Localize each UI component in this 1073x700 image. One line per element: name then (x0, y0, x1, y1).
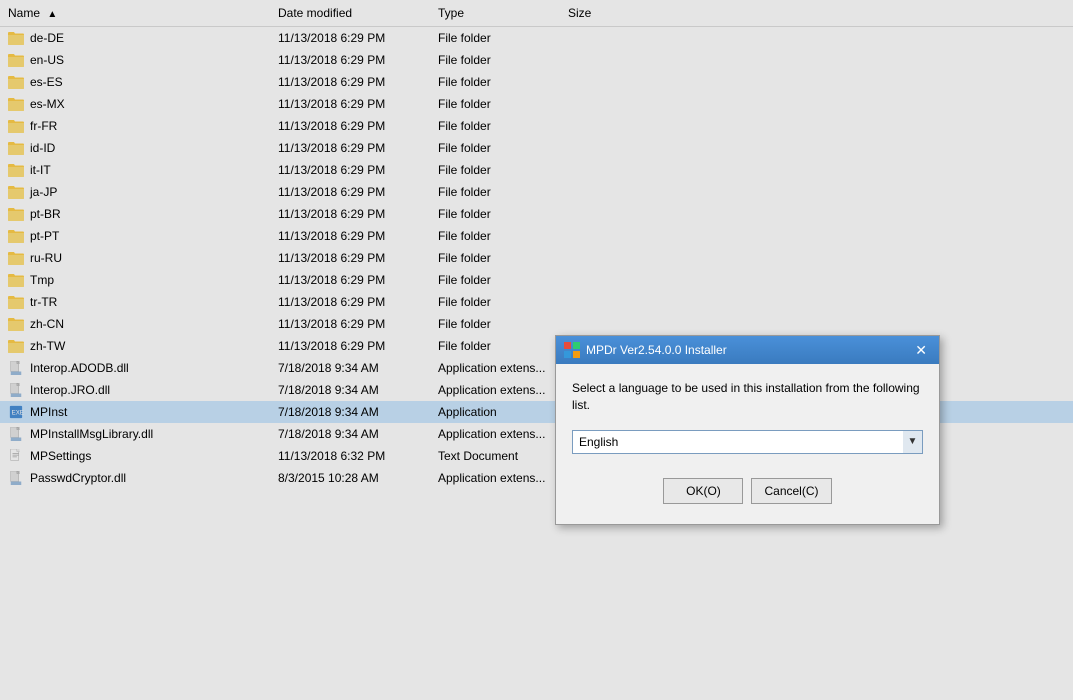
dialog-titlebar: MPDr Ver2.54.0.0 Installer ✕ (556, 336, 939, 364)
cancel-button[interactable]: Cancel(C) (751, 478, 831, 504)
file-explorer: Name ▲ Date modified Type Size de-DE 11/… (0, 0, 1073, 700)
installer-icon (564, 342, 580, 358)
dialog-close-button[interactable]: ✕ (911, 343, 931, 357)
ok-button[interactable]: OK(O) (663, 478, 743, 504)
language-select-wrapper: EnglishJapaneseChinese (Simplified)Chine… (572, 430, 923, 454)
dialog-message: Select a language to be used in this ins… (572, 380, 923, 414)
language-select[interactable]: EnglishJapaneseChinese (Simplified)Chine… (572, 430, 923, 454)
dialog-title: MPDr Ver2.54.0.0 Installer (586, 343, 727, 357)
installer-dialog: MPDr Ver2.54.0.0 Installer ✕ Select a la… (555, 335, 940, 525)
dialog-buttons: OK(O) Cancel(C) (572, 470, 923, 516)
dialog-content: Select a language to be used in this ins… (556, 364, 939, 524)
dialog-titlebar-left: MPDr Ver2.54.0.0 Installer (564, 342, 727, 358)
